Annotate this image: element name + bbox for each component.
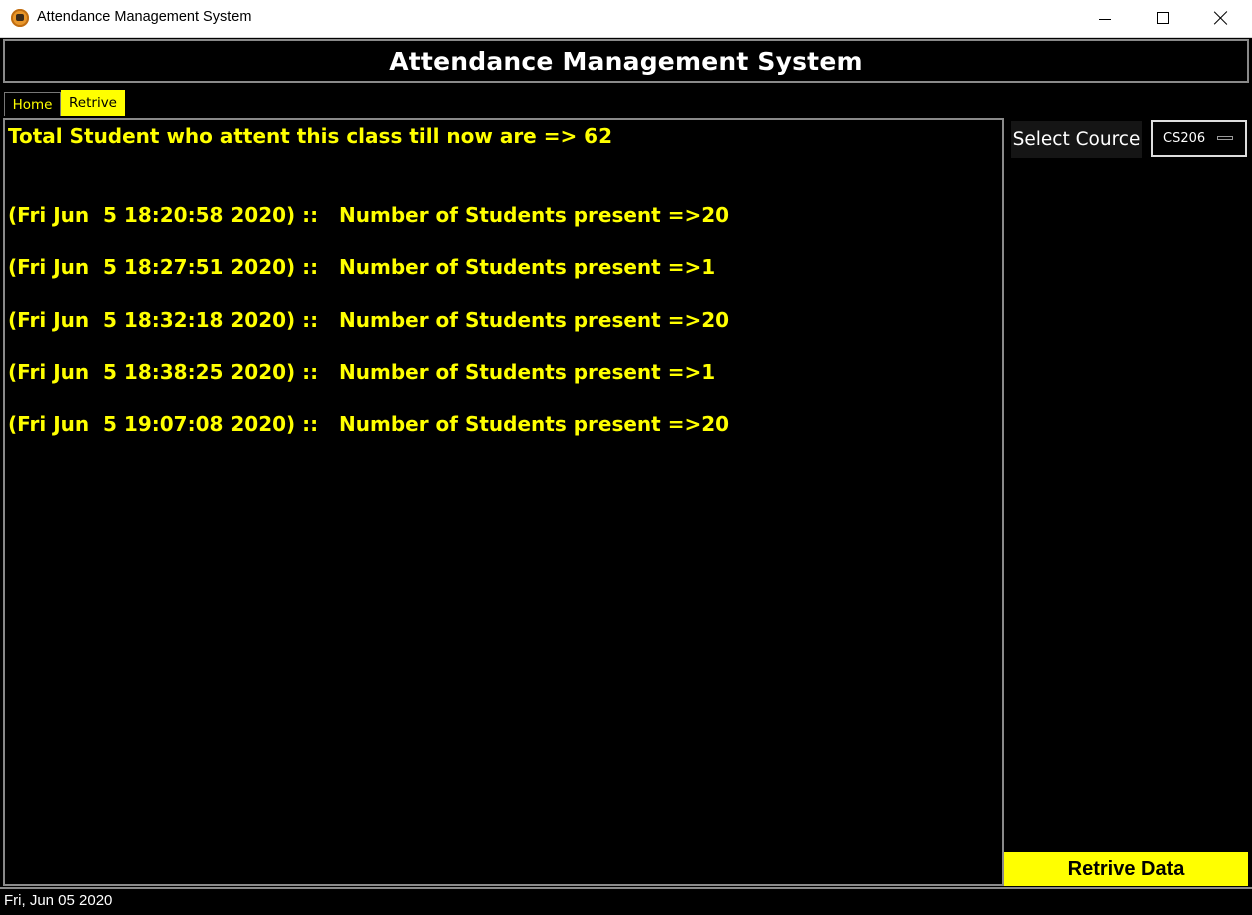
course-dropdown[interactable]: CS206 bbox=[1151, 120, 1247, 157]
app-icon bbox=[11, 9, 29, 27]
attendance-record: (Fri Jun 5 18:32:18 2020) :: Number of S… bbox=[8, 307, 730, 332]
attendance-records-list: (Fri Jun 5 18:20:58 2020) :: Number of S… bbox=[8, 203, 729, 464]
status-date: Fri, Jun 05 2020 bbox=[4, 892, 113, 909]
maximize-button[interactable] bbox=[1134, 0, 1192, 38]
attendance-output-panel: Total Student who attent this class till… bbox=[3, 118, 1004, 886]
app-header: Attendance Management System bbox=[3, 39, 1249, 83]
tab-home[interactable]: Home bbox=[4, 92, 61, 116]
attendance-record: (Fri Jun 5 18:20:58 2020) :: Number of S… bbox=[8, 203, 730, 227]
select-course-label: Select Cource bbox=[1011, 121, 1142, 158]
dropdown-indicator-icon bbox=[1217, 136, 1233, 140]
close-button[interactable] bbox=[1192, 0, 1250, 38]
close-icon bbox=[1214, 11, 1228, 25]
minimize-button[interactable] bbox=[1076, 0, 1134, 38]
attendance-record: (Fri Jun 5 19:07:08 2020) :: Number of S… bbox=[8, 412, 730, 437]
attendance-record: (Fri Jun 5 18:38:25 2020) :: Number of S… bbox=[8, 359, 716, 384]
status-bar: Fri, Jun 05 2020 bbox=[0, 887, 1252, 911]
minimize-icon bbox=[1099, 19, 1111, 20]
maximize-icon bbox=[1157, 12, 1169, 24]
retrive-data-button[interactable]: Retrive Data bbox=[1004, 852, 1248, 886]
page-title: Attendance Management System bbox=[389, 46, 863, 76]
tab-retrive[interactable]: Retrive bbox=[61, 90, 125, 116]
total-students-text: Total Student who attent this class till… bbox=[8, 124, 613, 148]
window-title: Attendance Management System bbox=[37, 9, 252, 25]
attendance-record: (Fri Jun 5 18:27:51 2020) :: Number of S… bbox=[8, 255, 716, 280]
course-dropdown-value: CS206 bbox=[1163, 131, 1206, 146]
window-titlebar: Attendance Management System bbox=[0, 0, 1252, 38]
